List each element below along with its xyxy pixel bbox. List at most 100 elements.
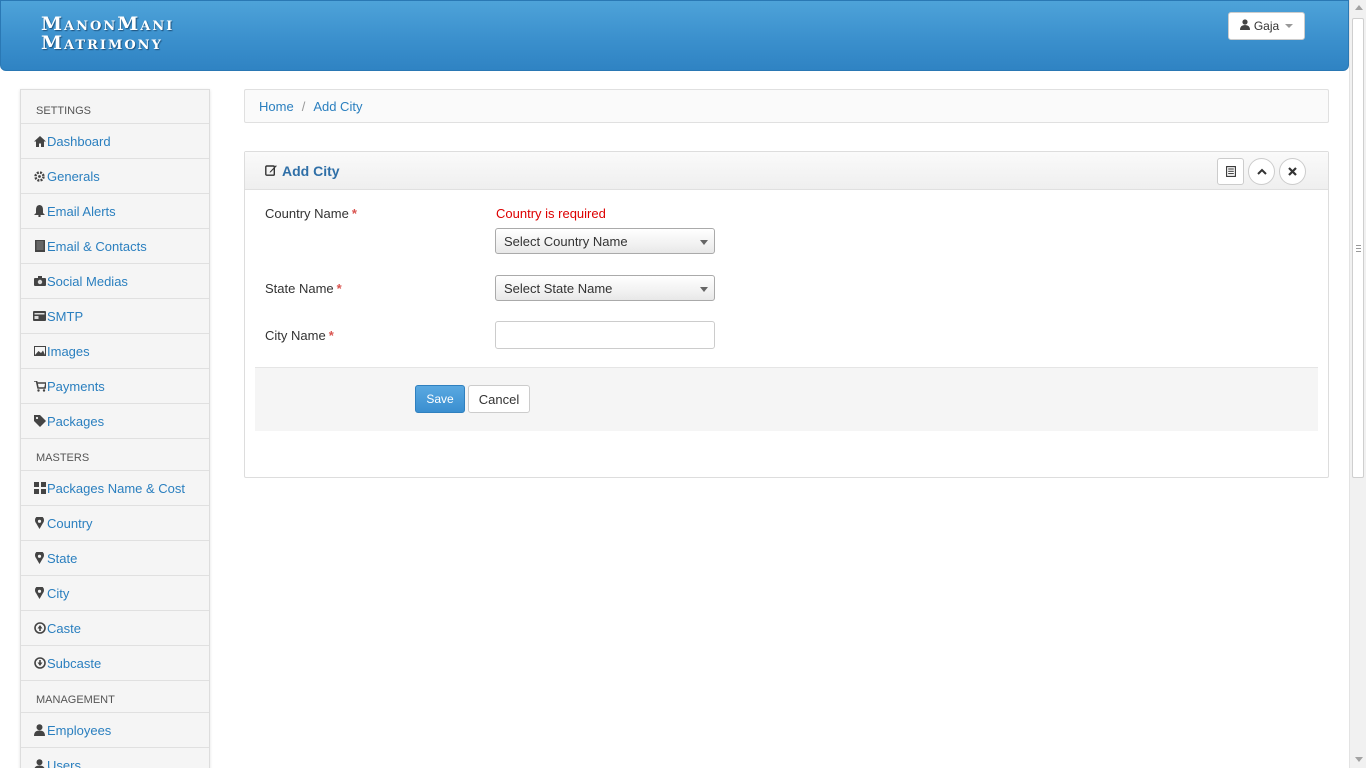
sidebar-item-country[interactable]: Country bbox=[21, 505, 209, 540]
form-actions: Save Cancel bbox=[255, 367, 1318, 431]
logo-line-2: Matrimony bbox=[41, 32, 163, 54]
chevron-down-icon bbox=[1285, 24, 1294, 28]
sidebar-item-label: SMTP bbox=[47, 308, 84, 324]
list-view-button[interactable] bbox=[1217, 158, 1244, 185]
sidebar-item-label: State bbox=[47, 550, 78, 566]
sidebar-item-label: Social Medias bbox=[47, 273, 128, 289]
map-marker-icon bbox=[33, 587, 46, 600]
state-select[interactable]: Select State Name bbox=[495, 275, 715, 301]
country-select-value: Select Country Name bbox=[504, 233, 628, 249]
scroll-up-icon[interactable] bbox=[1355, 5, 1363, 10]
map-marker-icon bbox=[33, 517, 46, 530]
sidebar-section-settings: SETTINGS bbox=[36, 105, 92, 117]
sidebar-item-label: Caste bbox=[47, 620, 81, 636]
add-city-panel: Add City Country Name * Country is requi… bbox=[244, 151, 1329, 478]
country-label: Country Name bbox=[265, 206, 349, 221]
sidebar-item-subcaste[interactable]: Subcaste bbox=[21, 645, 209, 680]
app-header: ManonMani Matrimony Gaja bbox=[0, 0, 1349, 71]
required-mark: * bbox=[328, 328, 334, 343]
breadcrumb-separator: / bbox=[301, 98, 306, 114]
country-select[interactable]: Select Country Name bbox=[495, 228, 715, 254]
sidebar-item-label: Dashboard bbox=[47, 133, 111, 149]
picture-icon bbox=[33, 345, 46, 358]
user-menu-button[interactable]: Gaja bbox=[1228, 12, 1305, 40]
map-marker-icon bbox=[33, 552, 46, 565]
cart-icon bbox=[33, 380, 46, 393]
panel-title-text: Add City bbox=[282, 162, 340, 179]
sidebar-item-dashboard[interactable]: Dashboard bbox=[21, 123, 209, 158]
cancel-button[interactable]: Cancel bbox=[468, 385, 530, 413]
grip-icon bbox=[1356, 245, 1361, 252]
chevron-up-icon bbox=[1256, 168, 1267, 175]
sidebar-item-label: Payments bbox=[47, 378, 105, 394]
server-icon bbox=[33, 310, 46, 323]
sidebar-item-city[interactable]: City bbox=[21, 575, 209, 610]
user-name: Gaja bbox=[1253, 19, 1280, 33]
grid-icon bbox=[33, 482, 46, 495]
sidebar-item-smtp[interactable]: SMTP bbox=[21, 298, 209, 333]
breadcrumb-current[interactable]: Add City bbox=[313, 99, 362, 114]
sidebar-item-generals[interactable]: Generals bbox=[21, 158, 209, 193]
state-row: State Name * bbox=[265, 281, 342, 296]
country-error: Country is required bbox=[496, 206, 606, 221]
sidebar-item-label: Generals bbox=[47, 168, 100, 184]
scroll-thumb[interactable] bbox=[1352, 18, 1364, 478]
circle-arrow-down-icon bbox=[33, 657, 46, 670]
sidebar-item-email-contacts[interactable]: Email & Contacts bbox=[21, 228, 209, 263]
sidebar-item-packages[interactable]: Packages bbox=[21, 403, 209, 438]
sidebar-item-label: Packages bbox=[47, 413, 105, 429]
camera-icon bbox=[33, 275, 46, 288]
book-icon bbox=[33, 240, 46, 253]
list-icon bbox=[1225, 166, 1236, 177]
user-icon bbox=[33, 724, 46, 737]
sidebar-item-label: Users bbox=[47, 757, 81, 768]
edit-icon bbox=[265, 163, 277, 179]
sidebar-item-label: City bbox=[47, 585, 70, 601]
tag-icon bbox=[33, 415, 46, 428]
close-icon bbox=[1288, 167, 1297, 176]
required-mark: * bbox=[336, 281, 342, 296]
bell-icon bbox=[33, 205, 46, 218]
panel-title: Add City bbox=[265, 163, 340, 179]
page-scrollbar[interactable] bbox=[1349, 0, 1366, 768]
home-icon bbox=[33, 135, 46, 148]
city-row: City Name * bbox=[265, 328, 334, 343]
sidebar-item-caste[interactable]: Caste bbox=[21, 610, 209, 645]
sidebar-item-employees[interactable]: Employees bbox=[21, 712, 209, 747]
sidebar-item-users[interactable]: Users bbox=[21, 747, 209, 768]
city-name-input[interactable] bbox=[495, 321, 715, 349]
save-button[interactable]: Save bbox=[415, 385, 465, 413]
sidebar-item-label: Employees bbox=[47, 722, 112, 738]
sidebar-item-email-alerts[interactable]: Email Alerts bbox=[21, 193, 209, 228]
circle-arrow-up-icon bbox=[33, 622, 46, 635]
close-panel-button[interactable] bbox=[1279, 158, 1306, 185]
sidebar-item-social-medias[interactable]: Social Medias bbox=[21, 263, 209, 298]
panel-controls bbox=[1217, 158, 1306, 185]
sidebar-section-masters: MASTERS bbox=[36, 452, 90, 464]
sidebar-section-management: MANAGEMENT bbox=[36, 694, 115, 706]
sidebar-item-label: Email Alerts bbox=[47, 203, 116, 219]
collapse-button[interactable] bbox=[1248, 158, 1275, 185]
chevron-down-icon bbox=[700, 287, 708, 292]
state-label: State Name bbox=[265, 281, 334, 296]
sidebar-item-label: Subcaste bbox=[47, 655, 102, 671]
breadcrumb-home-link[interactable]: Home bbox=[259, 99, 294, 114]
sidebar-item-packages-name-cost[interactable]: Packages Name & Cost bbox=[21, 470, 209, 505]
sidebar-item-payments[interactable]: Payments bbox=[21, 368, 209, 403]
sidebar-item-label: Images bbox=[47, 343, 90, 359]
sidebar-item-label: Country bbox=[47, 515, 93, 531]
country-row: Country Name * bbox=[265, 206, 357, 221]
sidebar-item-label: Email & Contacts bbox=[47, 238, 147, 254]
user-icon bbox=[33, 759, 46, 768]
city-label: City Name bbox=[265, 328, 326, 343]
chevron-down-icon bbox=[700, 240, 708, 245]
sidebar-item-state[interactable]: State bbox=[21, 540, 209, 575]
gear-icon bbox=[33, 170, 46, 183]
scroll-down-icon[interactable] bbox=[1355, 757, 1363, 762]
sidebar-item-label: Packages Name & Cost bbox=[47, 480, 186, 496]
sidebar-item-images[interactable]: Images bbox=[21, 333, 209, 368]
site-logo[interactable]: ManonMani Matrimony bbox=[41, 15, 174, 53]
panel-header: Add City bbox=[245, 152, 1328, 190]
breadcrumb: Home / Add City bbox=[244, 89, 1329, 123]
sidebar: SETTINGS Dashboard Generals Email Alerts… bbox=[20, 89, 210, 768]
